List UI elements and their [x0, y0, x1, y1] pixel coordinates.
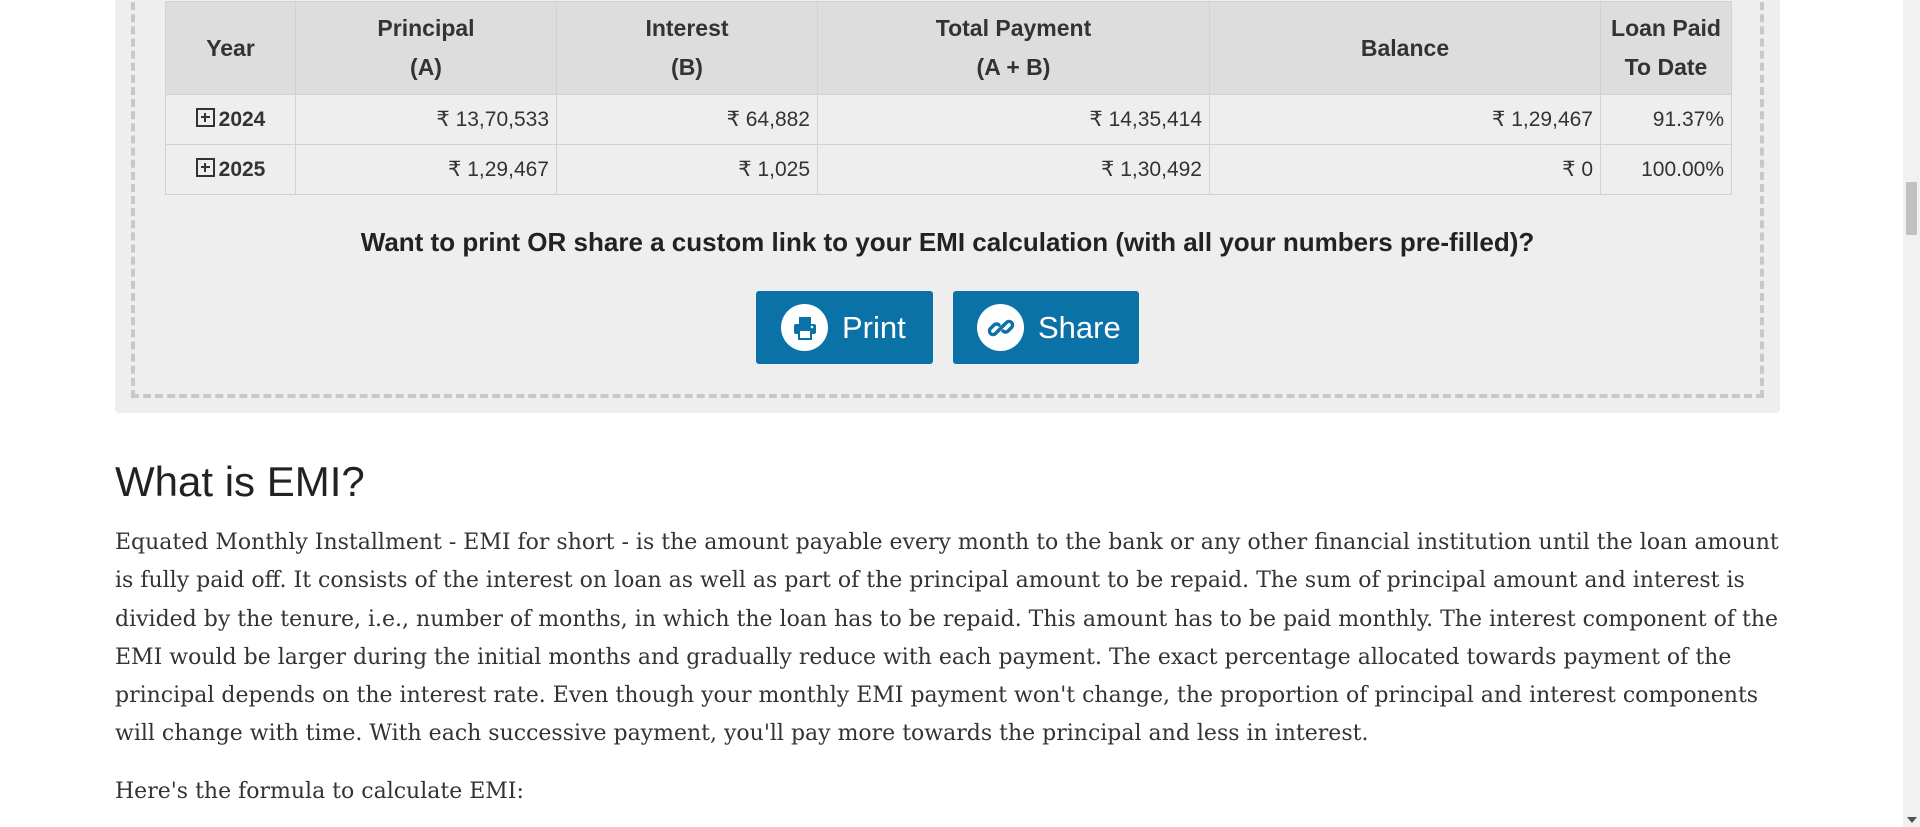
year-cell[interactable]: 2025 — [165, 144, 296, 195]
total-payment-cell: ₹ 14,35,414 — [817, 94, 1210, 145]
interest-cell: ₹ 64,882 — [556, 94, 818, 145]
scrollbar-thumb[interactable] — [1906, 182, 1917, 235]
print-label: Print — [842, 309, 906, 345]
table-row: 2024 ₹ 13,70,533 ₹ 64,882 ₹ 14,35,414 ₹ … — [165, 94, 1732, 145]
section-title: What is EMI? — [115, 458, 365, 505]
balance-cell: ₹ 0 — [1209, 144, 1601, 195]
expand-plus-icon[interactable] — [195, 157, 215, 177]
link-icon — [977, 304, 1024, 351]
header-balance: Balance — [1209, 1, 1601, 95]
table-row: 2025 ₹ 1,29,467 ₹ 1,025 ₹ 1,30,492 ₹ 0 1… — [165, 144, 1732, 195]
loan-paid-cell: 91.37% — [1600, 94, 1732, 145]
scroll-down-arrow-icon[interactable] — [1907, 817, 1917, 823]
share-label: Share — [1038, 309, 1121, 345]
formula-intro: Here's the formula to calculate EMI: — [115, 779, 524, 804]
principal-cell: ₹ 13,70,533 — [295, 94, 557, 145]
total-payment-cell: ₹ 1,30,492 — [817, 144, 1210, 195]
header-total-payment: Total Payment (A + B) — [817, 1, 1210, 95]
header-year: Year — [165, 1, 296, 95]
header-principal: Principal (A) — [295, 1, 557, 95]
balance-cell: ₹ 1,29,467 — [1209, 94, 1601, 145]
principal-cell: ₹ 1,29,467 — [295, 144, 557, 195]
table-header-row: Year Principal (A) Interest (B) Total Paym… — [165, 1, 1732, 95]
header-loan-paid: Loan Paid To Date — [1600, 1, 1732, 95]
header-interest: Interest (B) — [556, 1, 818, 95]
year-cell[interactable]: 2024 — [165, 94, 296, 145]
vertical-scrollbar[interactable] — [1903, 0, 1920, 827]
share-question: Want to print OR share a custom link to … — [360, 227, 1535, 257]
payment-schedule-table: Year Principal (A) Interest (B) Total Paym… — [165, 1, 1732, 195]
printer-icon — [781, 304, 828, 351]
emi-description: Equated Monthly Installment - EMI for sh… — [115, 530, 1779, 747]
share-button[interactable]: Share — [953, 291, 1139, 364]
print-button[interactable]: Print — [756, 291, 933, 364]
loan-paid-cell: 100.00% — [1600, 144, 1732, 195]
expand-plus-icon[interactable] — [195, 107, 215, 127]
interest-cell: ₹ 1,025 — [556, 144, 818, 195]
